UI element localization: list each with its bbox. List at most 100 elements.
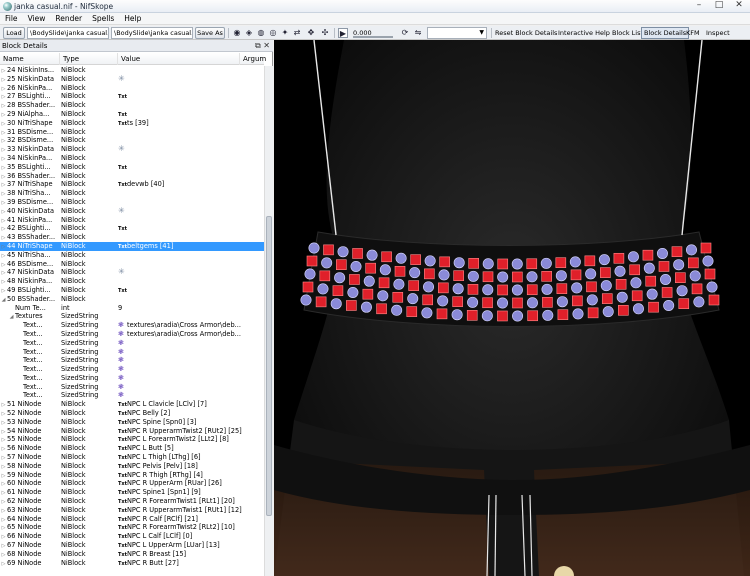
tree-row[interactable]: ▷ 47 NiSkinData NiBlock ✳	[0, 268, 264, 277]
tree-row[interactable]: ▷ 54 NiNode NiBlock TxtNPC R UpperarmTwist2…	[0, 427, 264, 436]
tree-row[interactable]: ▷ 26 NiSkinPa... NiBlock	[0, 84, 264, 93]
tree-row[interactable]: Text... SizedString ❃ textures\aradia\Cross…	[0, 330, 264, 339]
vertical-scrollbar[interactable]	[264, 66, 273, 576]
column-name[interactable]: Name	[0, 53, 60, 65]
tree-row[interactable]: ▷ 31 BSDisme... NiBlock	[0, 128, 264, 137]
tree-row[interactable]: ▷ 45 NiTriSha... NiBlock	[0, 251, 264, 260]
tree-row[interactable]: ▷ 66 NiNode NiBlock TxtNPC L Calf [LClf] [0…	[0, 532, 264, 541]
tree-row[interactable]: ▷ 24 NiSkinIns... NiBlock	[0, 66, 264, 75]
float-icon[interactable]: ⧉	[255, 41, 261, 50]
save-as-button[interactable]: Save As	[195, 27, 225, 39]
tree-row[interactable]: ▷ 33 NiSkinData NiBlock ✳	[0, 145, 264, 154]
save-path-field[interactable]: \BodySlide\janka casual.nif	[111, 27, 193, 39]
tree-row[interactable]: ▷ 28 BSShader... NiBlock	[0, 101, 264, 110]
tree-row[interactable]: Text... SizedString ❃	[0, 374, 264, 383]
view-user-icon[interactable]: ◎	[268, 28, 278, 38]
tree-row[interactable]: ▷ 46 BSDisme... NiBlock	[0, 260, 264, 269]
kfm-button[interactable]: KFM	[686, 28, 700, 38]
tree-row[interactable]: ▷ 34 NiSkinPa... NiBlock	[0, 154, 264, 163]
animation-select[interactable]: ▼	[427, 27, 487, 39]
menu-file[interactable]: File	[0, 13, 23, 24]
tree-row[interactable]: ◢ 50 BSShader... NiBlock	[0, 295, 264, 304]
tree-row[interactable]: ▷ 60 NiNode NiBlock TxtNPC R UpperArm [RUar…	[0, 479, 264, 488]
tree-row[interactable]: ▷ 57 NiNode NiBlock TxtNPC L Thigh [LThg] […	[0, 453, 264, 462]
tree-row[interactable]: ▷ 43 BSShader... NiBlock	[0, 233, 264, 242]
texture-icon: ❃	[118, 347, 124, 356]
menu-spells[interactable]: Spells	[87, 13, 119, 24]
tree-row[interactable]: ▷ 65 NiNode NiBlock TxtNPC R ForearmTwist2 …	[0, 523, 264, 532]
view-front-icon[interactable]: ◉	[232, 28, 242, 38]
tree-row[interactable]: ▷ 68 NiNode NiBlock TxtNPC R Breast [15]	[0, 550, 264, 559]
tree-row[interactable]: Text... SizedString ❃ textures\aradia\Cross…	[0, 321, 264, 330]
tree-row[interactable]: ▷ 25 NiSkinData NiBlock ✳	[0, 75, 264, 84]
tree-row[interactable]: ▷ 58 NiNode NiBlock TxtNPC Pelvis [Pelv] [1…	[0, 462, 264, 471]
menu-render[interactable]: Render	[50, 13, 87, 24]
tree-row[interactable]: ▷ 27 BSLighti... NiBlock Txt	[0, 92, 264, 101]
scrollbar-thumb[interactable]	[266, 216, 272, 516]
render-dropdown-icon[interactable]: ✣	[320, 28, 330, 38]
column-argument[interactable]: Argum	[240, 53, 266, 65]
tree-row[interactable]: ▷ 56 NiNode NiBlock TxtNPC L Butt [5]	[0, 444, 264, 453]
tree-row[interactable]: ▷ 36 BSShader... NiBlock	[0, 172, 264, 181]
play-icon[interactable]: ▶	[338, 28, 348, 38]
view-side-icon[interactable]: ◍	[256, 28, 266, 38]
loop-icon[interactable]: ⟳	[400, 28, 410, 38]
tree-row[interactable]: Num Te... int 9	[0, 304, 264, 313]
tree-row[interactable]: ▷ 44 NiTriShape NiBlock Txtbeltgems [41]	[0, 241, 264, 251]
maximize-button[interactable]: □	[712, 1, 726, 11]
interactive-help-button[interactable]: Interactive Help	[558, 28, 610, 38]
block-list-button[interactable]: Block List	[612, 28, 643, 38]
column-value[interactable]: Value	[118, 53, 240, 65]
tree-row[interactable]: ▷ 62 NiNode NiBlock TxtNPC R ForearmTwist1 …	[0, 497, 264, 506]
switch-icon[interactable]: ⇋	[413, 28, 423, 38]
tree-row[interactable]: ▷ 29 NiAlpha... NiBlock Txt	[0, 110, 264, 119]
view-walk-icon[interactable]: ✦	[280, 28, 290, 38]
tree-row[interactable]: Text... SizedString ❃	[0, 365, 264, 374]
tree-row[interactable]: ▷ 39 BSDisme... NiBlock	[0, 198, 264, 207]
tree-row[interactable]: ▷ 61 NiNode NiBlock TxtNPC Spine1 [Spn1] [9…	[0, 488, 264, 497]
tree-row[interactable]: ▷ 59 NiNode NiBlock TxtNPC R Thigh [RThg] […	[0, 471, 264, 480]
render-options-icon[interactable]: ✥	[306, 28, 316, 38]
tree-row[interactable]: ◢ Textures SizedString	[0, 312, 264, 321]
column-type[interactable]: Type	[60, 53, 118, 65]
load-button[interactable]: Load	[3, 27, 25, 39]
minimize-button[interactable]: –	[692, 1, 706, 11]
inspect-button[interactable]: Inspect	[706, 28, 730, 38]
tree-row[interactable]: ▷ 64 NiNode NiBlock TxtNPC R Calf [RClf] [2…	[0, 515, 264, 524]
close-button[interactable]: ✕	[732, 1, 746, 11]
tree-row[interactable]: ▷ 40 NiSkinData NiBlock ✳	[0, 207, 264, 216]
time-slider[interactable]	[353, 36, 393, 38]
tree-row[interactable]: ▷ 53 NiNode NiBlock TxtNPC Spine [Spn0] [3]	[0, 418, 264, 427]
tree-row[interactable]: ▷ 67 NiNode NiBlock TxtNPC L UpperArm [LUar…	[0, 541, 264, 550]
tree-row[interactable]: Text... SizedString ❃	[0, 348, 264, 357]
reset-block-details-button[interactable]: Reset Block Details	[495, 28, 557, 38]
gem-square	[410, 254, 421, 265]
tree-row[interactable]: ▷ 55 NiNode NiBlock TxtNPC L ForearmTwist2 …	[0, 435, 264, 444]
tree-row[interactable]: ▷ 30 NiTriShape NiBlock Txtts [39]	[0, 119, 264, 128]
tree-row[interactable]: ▷ 69 NiNode NiBlock TxtNPC R Butt [27]	[0, 559, 264, 568]
menu-help[interactable]: Help	[119, 13, 146, 24]
block-details-toggle[interactable]: Block Details	[641, 27, 690, 39]
tree-row[interactable]: ▷ 38 NiTriSha... NiBlock	[0, 189, 264, 198]
view-top-icon[interactable]: ◈	[244, 28, 254, 38]
tree-row[interactable]: ▷ 35 BSLighti... NiBlock Txt	[0, 163, 264, 172]
tree-row[interactable]: ▷ 41 NiSkinPa... NiBlock	[0, 216, 264, 225]
render-viewport[interactable]	[274, 40, 750, 576]
tree-row[interactable]: ▷ 49 BSLighti... NiBlock Txt	[0, 286, 264, 295]
tree-row[interactable]: Text... SizedString ❃	[0, 391, 264, 400]
tree-row[interactable]: Text... SizedString ❃	[0, 383, 264, 392]
close-panel-icon[interactable]: ✕	[263, 41, 270, 50]
collapsed-arrow-icon[interactable]: ▷	[0, 560, 7, 569]
tree-row[interactable]: ▷ 51 NiNode NiBlock TxtNPC L Clavicle [LClv…	[0, 400, 264, 409]
view-flip-icon[interactable]: ⇄	[292, 28, 302, 38]
menu-view[interactable]: View	[23, 13, 51, 24]
tree-row[interactable]: ▷ 42 BSLighti... NiBlock Txt	[0, 224, 264, 233]
tree-row[interactable]: ▷ 37 NiTriShape NiBlock Txtdevwb [40]	[0, 180, 264, 189]
load-path-field[interactable]: \BodySlide\janka casual.nif	[27, 27, 109, 39]
tree-row[interactable]: ▷ 52 NiNode NiBlock TxtNPC Belly [2]	[0, 409, 264, 418]
tree-row[interactable]: ▷ 48 NiSkinPa... NiBlock	[0, 277, 264, 286]
tree-row[interactable]: Text... SizedString ❃	[0, 339, 264, 348]
tree-row[interactable]: ▷ 32 BSDisme... NiBlock	[0, 136, 264, 145]
tree-row[interactable]: Text... SizedString ❃	[0, 356, 264, 365]
tree-row[interactable]: ▷ 63 NiNode NiBlock TxtNPC R UpperarmTwist1…	[0, 506, 264, 515]
